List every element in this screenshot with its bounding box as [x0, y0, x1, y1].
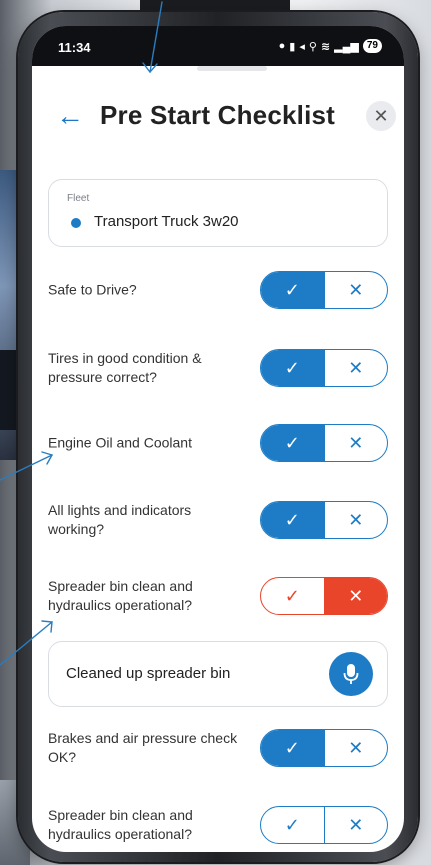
- battery-badge: 79: [362, 39, 382, 53]
- checklist-question: Engine Oil and Coolant: [48, 434, 192, 451]
- check-icon[interactable]: ✓: [261, 578, 325, 614]
- location-icon: ⚲: [308, 40, 317, 53]
- signal-icon: ▂▄▆: [334, 40, 359, 53]
- checklist-question: Safe to Drive?: [48, 281, 137, 298]
- arrow-left-icon[interactable]: ←: [56, 102, 84, 130]
- comment-field[interactable]: Cleaned up spreader bin: [48, 641, 388, 707]
- page-title: Pre Start Checklist: [100, 100, 336, 130]
- cross-icon[interactable]: ✕: [325, 730, 388, 766]
- cross-icon[interactable]: ✕: [325, 807, 388, 843]
- page-header: ← Pre Start Checklist ✕: [32, 86, 404, 146]
- check-icon[interactable]: ✓: [261, 730, 325, 766]
- checklist-question: Spreader bin clean and hydraulics operat…: [48, 578, 193, 613]
- camera-notch: [197, 66, 267, 71]
- pass-fail-toggle[interactable]: ✓ ✕: [260, 806, 388, 844]
- mute-icon: ◂: [299, 40, 305, 53]
- checklist-question: All lights and indicators working?: [48, 502, 192, 537]
- checklist-question: Tires in good condition & pressure corre…: [48, 350, 202, 385]
- checklist-row: Spreader bin clean and hydraulics operat…: [48, 800, 388, 850]
- check-icon[interactable]: ✓: [261, 272, 325, 308]
- pass-fail-toggle[interactable]: ✓ ✕: [260, 349, 388, 387]
- comment-text[interactable]: Cleaned up spreader bin: [66, 665, 230, 682]
- cross-icon[interactable]: ✕: [325, 350, 388, 386]
- pass-fail-toggle[interactable]: ✓ ✕: [260, 577, 388, 615]
- checklist-row: Engine Oil and Coolant ✓ ✕: [48, 418, 388, 468]
- checklist-row: All lights and indicators working? ✓ ✕: [48, 495, 388, 545]
- status-icons: ● ▮ ◂ ⚲ ≋ ▂▄▆ 79: [279, 39, 382, 53]
- cross-icon[interactable]: ✕: [325, 272, 388, 308]
- checklist-row: Safe to Drive? ✓ ✕: [48, 265, 388, 315]
- pass-fail-toggle[interactable]: ✓ ✕: [260, 424, 388, 462]
- microphone-icon[interactable]: [329, 652, 373, 696]
- checklist-row: Tires in good condition & pressure corre…: [48, 343, 388, 393]
- notification-icon: ●: [278, 40, 286, 52]
- fleet-label: Fleet: [67, 193, 90, 204]
- status-time: 11:34: [58, 40, 91, 55]
- cross-icon[interactable]: ✕: [325, 502, 388, 538]
- checklist-question: Brakes and air pressure check OK?: [48, 730, 238, 765]
- wifi-icon: ≋: [320, 40, 331, 53]
- check-icon[interactable]: ✓: [261, 807, 325, 843]
- pass-fail-toggle[interactable]: ✓ ✕: [260, 501, 388, 539]
- checklist-row: Spreader bin clean and hydraulics operat…: [48, 571, 388, 621]
- phone-frame: 11:34 ● ▮ ◂ ⚲ ≋ ▂▄▆ 79 ← Pre Start Check…: [18, 12, 418, 862]
- fleet-status-dot: [71, 218, 81, 228]
- app-notification-icon: ▮: [289, 40, 296, 53]
- phone-screen: 11:34 ● ▮ ◂ ⚲ ≋ ▂▄▆ 79 ← Pre Start Check…: [32, 26, 404, 852]
- cross-icon[interactable]: ✕: [324, 578, 387, 614]
- checklist-row: Brakes and air pressure check OK? ✓ ✕: [48, 723, 388, 773]
- pass-fail-toggle[interactable]: ✓ ✕: [260, 271, 388, 309]
- close-icon[interactable]: ✕: [366, 101, 396, 131]
- check-icon[interactable]: ✓: [261, 425, 325, 461]
- checklist-question: Spreader bin clean and hydraulics operat…: [48, 807, 193, 842]
- pass-fail-toggle[interactable]: ✓ ✕: [260, 729, 388, 767]
- fleet-value: Transport Truck 3w20: [94, 213, 239, 230]
- fleet-selector[interactable]: Fleet Transport Truck 3w20: [48, 179, 388, 247]
- cross-icon[interactable]: ✕: [325, 425, 388, 461]
- check-icon[interactable]: ✓: [261, 502, 325, 538]
- status-bar: 11:34 ● ▮ ◂ ⚲ ≋ ▂▄▆ 79: [32, 26, 404, 66]
- check-icon[interactable]: ✓: [261, 350, 325, 386]
